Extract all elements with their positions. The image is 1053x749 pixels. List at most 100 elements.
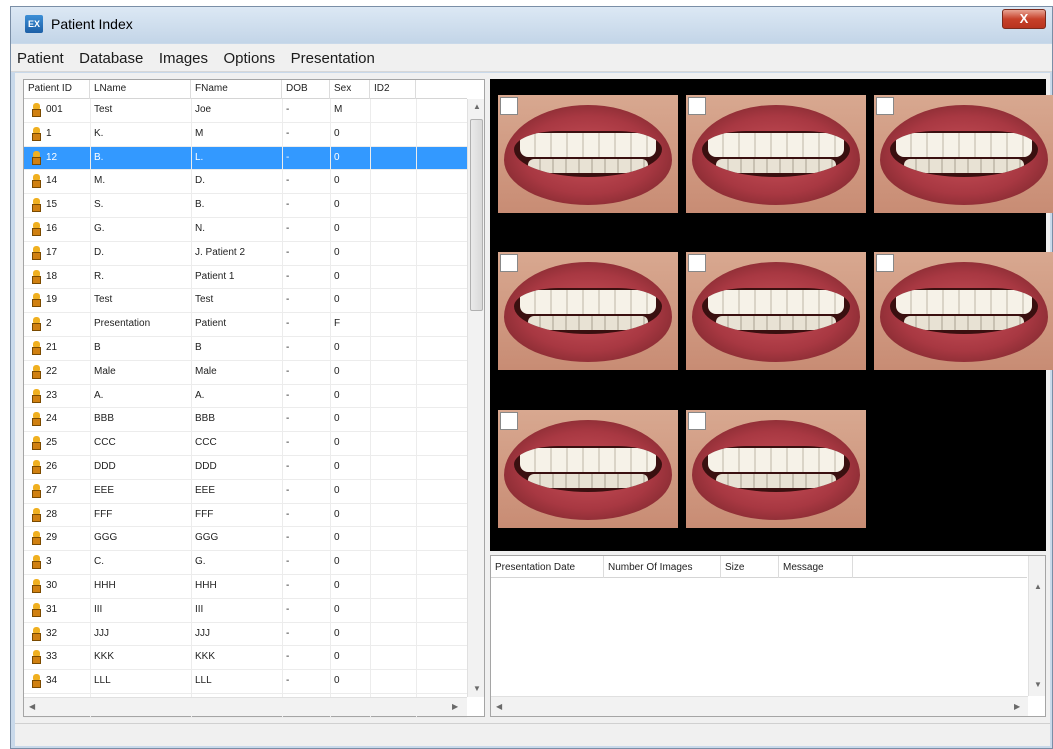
lname-cell: CCC: [94, 437, 116, 449]
presentation-vertical-scrollbar[interactable]: ▲ ▼: [1028, 556, 1045, 696]
scroll-up-icon[interactable]: ▲: [473, 102, 481, 111]
column-divider: [282, 384, 283, 408]
col-presentation-date[interactable]: Presentation Date: [491, 556, 604, 578]
col-dob[interactable]: DOB: [282, 80, 330, 99]
menu-options[interactable]: Options: [217, 44, 280, 72]
table-row[interactable]: 2 Presentation Patient - F: [24, 313, 467, 337]
column-divider: [90, 384, 91, 408]
column-divider: [282, 122, 283, 146]
table-row[interactable]: 16 G. N. - 0: [24, 217, 467, 242]
column-divider: [416, 336, 417, 360]
scroll-left-icon[interactable]: ◀: [496, 702, 502, 711]
select-checkbox[interactable]: [500, 254, 518, 272]
column-divider: [416, 646, 417, 670]
table-row[interactable]: 12 B. L. - 0: [24, 146, 467, 171]
table-row[interactable]: 33 KKK KKK - 0: [24, 646, 467, 671]
table-row[interactable]: 30 HHH HHH - 0: [24, 574, 467, 599]
column-divider: [282, 646, 283, 670]
table-row[interactable]: 34 LLL LLL - 0: [24, 670, 467, 694]
col-number-of-images[interactable]: Number Of Images: [604, 556, 721, 578]
select-checkbox[interactable]: [688, 97, 706, 115]
scroll-down-icon[interactable]: ▼: [1034, 680, 1042, 689]
column-divider: [330, 455, 331, 479]
table-row[interactable]: 15 S. B. - 0: [24, 194, 467, 218]
col-lname[interactable]: LName: [90, 80, 191, 99]
smile-photo-thumbnail[interactable]: [498, 95, 678, 213]
column-divider: [370, 241, 371, 265]
smile-photo-thumbnail[interactable]: [874, 95, 1053, 213]
lname-cell: HHH: [94, 579, 116, 591]
menu-presentation[interactable]: Presentation: [285, 44, 380, 72]
table-row[interactable]: 19 Test Test - 0: [24, 289, 467, 314]
patient-id-cell: 21: [46, 341, 58, 353]
col-size[interactable]: Size: [721, 556, 779, 578]
scroll-up-icon[interactable]: ▲: [1034, 582, 1042, 591]
table-row[interactable]: 001 Test Joe - M: [24, 99, 467, 123]
smile-photo-thumbnail[interactable]: [498, 252, 678, 370]
column-divider: [330, 670, 331, 693]
column-divider: [330, 99, 331, 122]
scroll-left-icon[interactable]: ◀: [29, 702, 35, 711]
table-row[interactable]: 26 DDD DDD - 0: [24, 455, 467, 480]
table-row[interactable]: 22 Male Male - 0: [24, 360, 467, 385]
title-bar[interactable]: EX Patient Index X: [11, 7, 1052, 43]
col-fname[interactable]: FName: [191, 80, 282, 99]
table-row[interactable]: 21 B B - 0: [24, 336, 467, 361]
column-divider: [330, 360, 331, 384]
sex-cell: 0: [334, 151, 340, 163]
select-checkbox[interactable]: [688, 412, 706, 430]
lname-cell: D.: [94, 246, 104, 258]
smile-photo-thumbnail[interactable]: [686, 410, 866, 528]
select-checkbox[interactable]: [500, 97, 518, 115]
table-row[interactable]: 14 M. D. - 0: [24, 170, 467, 195]
sex-cell: 0: [334, 556, 340, 568]
smile-photo-thumbnail[interactable]: [874, 252, 1053, 370]
smile-photo-thumbnail[interactable]: [498, 410, 678, 528]
dob-cell: -: [286, 222, 290, 234]
column-divider: [191, 622, 192, 646]
table-row[interactable]: 29 GGG GGG - 0: [24, 527, 467, 552]
smile-photo-thumbnail[interactable]: [686, 252, 866, 370]
column-divider: [191, 384, 192, 408]
presentation-list: Presentation Date Number Of Images Size …: [490, 555, 1046, 717]
select-checkbox[interactable]: [500, 412, 518, 430]
table-row[interactable]: 24 BBB BBB - 0: [24, 408, 467, 433]
select-checkbox[interactable]: [876, 97, 894, 115]
table-row[interactable]: 3 C. G. - 0: [24, 551, 467, 575]
select-checkbox[interactable]: [688, 254, 706, 272]
column-divider: [330, 479, 331, 503]
col-patient-id[interactable]: Patient ID: [24, 80, 90, 99]
table-row[interactable]: 23 A. A. - 0: [24, 384, 467, 409]
menu-patient[interactable]: Patient: [11, 44, 69, 72]
column-divider: [282, 598, 283, 622]
table-row[interactable]: 18 R. Patient 1 - 0: [24, 265, 467, 290]
select-checkbox[interactable]: [876, 254, 894, 272]
table-row[interactable]: 28 FFF FFF - 0: [24, 503, 467, 528]
close-button[interactable]: X: [1002, 9, 1046, 29]
fname-cell: DDD: [195, 460, 217, 472]
smile-photo-thumbnail[interactable]: [686, 95, 866, 213]
table-row[interactable]: 1 K. M - 0: [24, 122, 467, 147]
fname-cell: III: [195, 603, 204, 615]
table-row[interactable]: 25 CCC CCC - 0: [24, 432, 467, 456]
table-row[interactable]: 17 D. J. Patient 2 - 0: [24, 241, 467, 266]
menu-images[interactable]: Images: [153, 44, 213, 72]
table-row[interactable]: 27 EEE EEE - 0: [24, 479, 467, 504]
table-row[interactable]: 32 JJJ JJJ - 0: [24, 622, 467, 647]
table-row[interactable]: 31 III III - 0: [24, 598, 467, 623]
scroll-down-icon[interactable]: ▼: [473, 684, 481, 693]
lower-teeth: [528, 316, 648, 330]
vertical-scrollbar[interactable]: ▲ ▼: [467, 99, 484, 697]
scroll-right-icon[interactable]: ▶: [1014, 702, 1020, 711]
scroll-right-icon[interactable]: ▶: [452, 702, 458, 711]
col-id2[interactable]: ID2: [370, 80, 416, 99]
col-sex[interactable]: Sex: [330, 80, 370, 99]
col-message[interactable]: Message: [779, 556, 853, 578]
column-divider: [370, 574, 371, 598]
presentation-horizontal-scrollbar[interactable]: ◀ ▶: [491, 696, 1028, 716]
column-divider: [191, 574, 192, 598]
scroll-thumb[interactable]: [470, 119, 483, 311]
horizontal-scrollbar[interactable]: ◀ ▶: [24, 697, 467, 716]
menu-database[interactable]: Database: [73, 44, 148, 72]
column-divider: [282, 432, 283, 455]
